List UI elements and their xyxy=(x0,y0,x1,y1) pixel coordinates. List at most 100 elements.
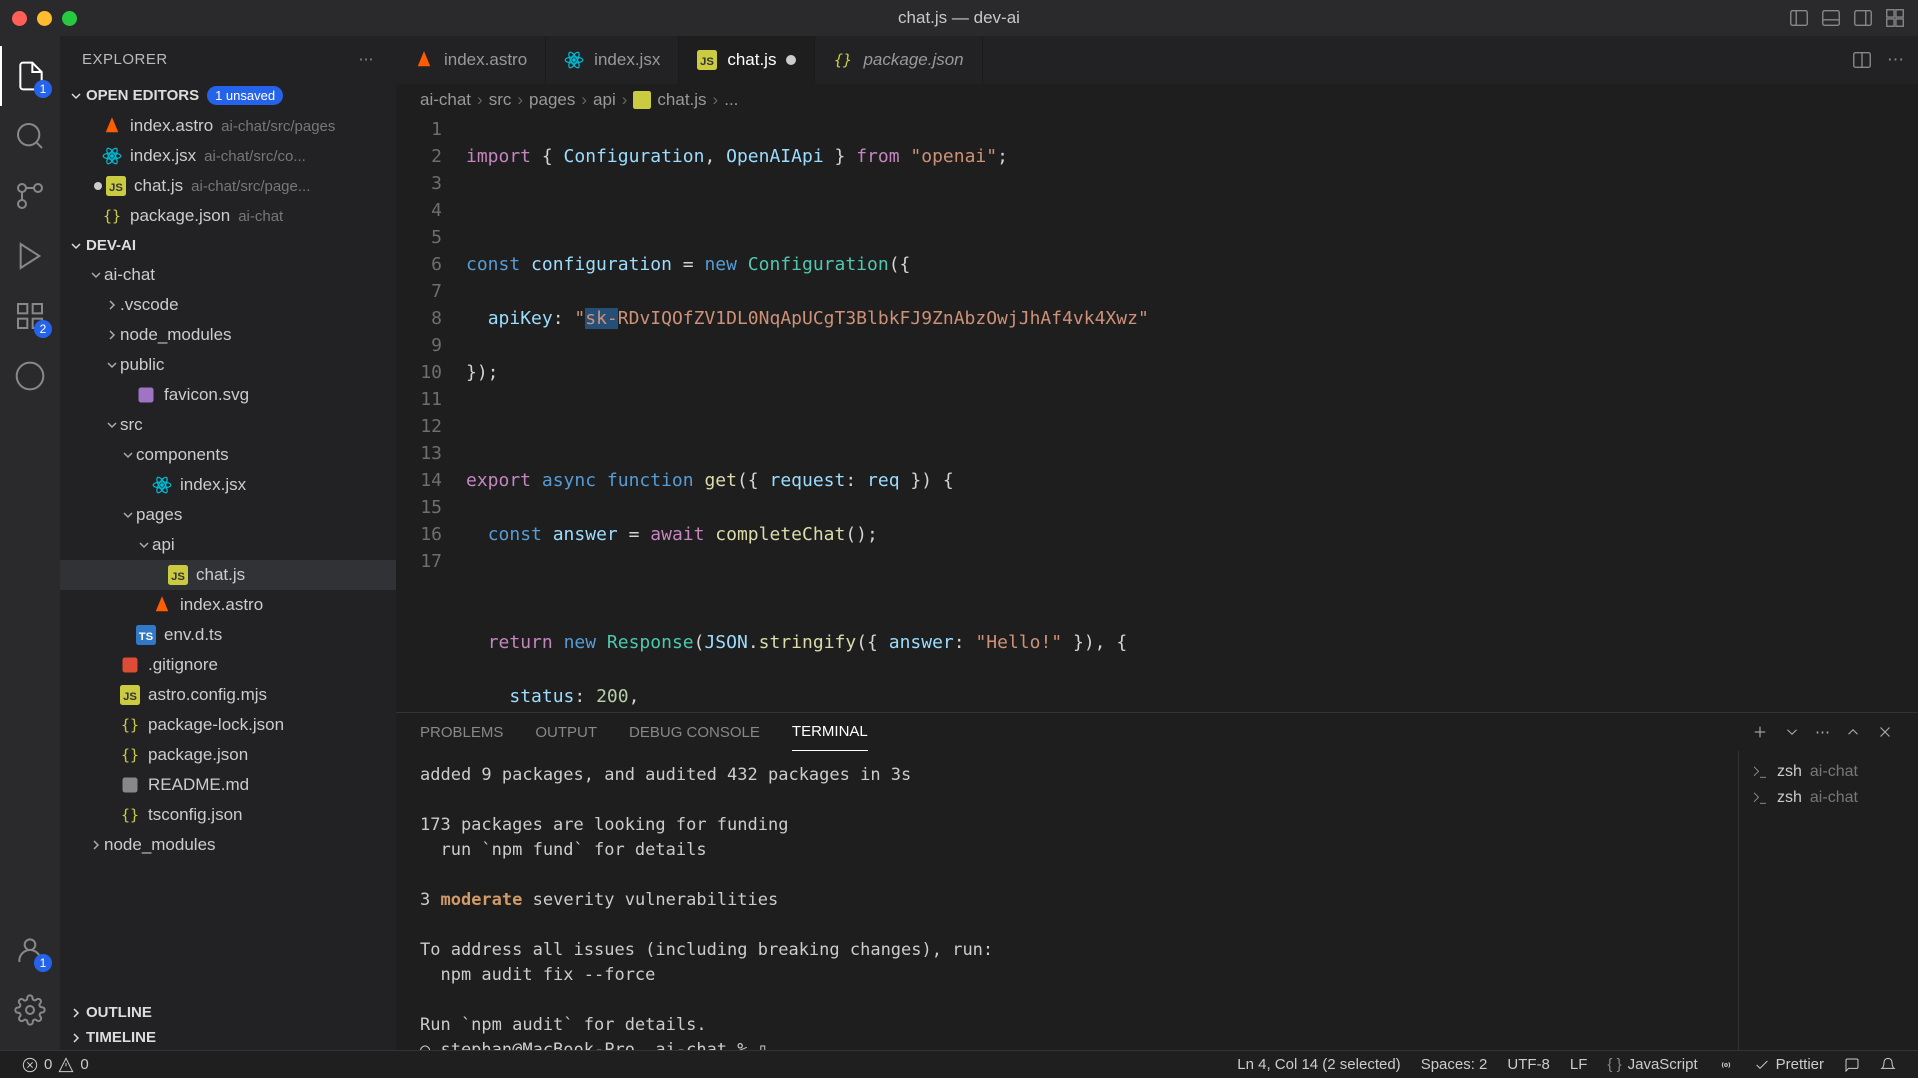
tab-more-icon[interactable]: ⋯ xyxy=(1887,50,1904,70)
file-item[interactable]: JSchat.js xyxy=(60,560,396,590)
status-prettier[interactable]: Prettier xyxy=(1744,1056,1834,1073)
file-item[interactable]: favicon.svg xyxy=(60,380,396,410)
file-item[interactable]: {}tsconfig.json xyxy=(60,800,396,830)
svg-text:{}: {} xyxy=(121,806,139,824)
folder-item[interactable]: pages xyxy=(60,500,396,530)
folder-item[interactable]: components xyxy=(60,440,396,470)
activity-debug[interactable] xyxy=(0,226,60,286)
window-close[interactable] xyxy=(12,11,27,26)
panel-tab-debug[interactable]: DEBUG CONSOLE xyxy=(629,714,760,751)
warning-icon xyxy=(58,1057,74,1073)
panel-tabs: PROBLEMS OUTPUT DEBUG CONSOLE TERMINAL ⋯ xyxy=(396,713,1918,751)
panel-more-icon[interactable]: ⋯ xyxy=(1815,723,1830,741)
terminal-output[interactable]: added 9 packages, and audited 432 packag… xyxy=(396,751,1738,1075)
status-encoding[interactable]: UTF-8 xyxy=(1497,1056,1560,1073)
chevron-icon xyxy=(104,417,120,433)
new-terminal-icon[interactable] xyxy=(1751,723,1769,741)
open-editor-item[interactable]: JSchat.jsai-chat/src/page... xyxy=(60,171,396,201)
status-radio[interactable] xyxy=(1708,1056,1744,1073)
status-feedback[interactable] xyxy=(1834,1056,1870,1073)
project-header[interactable]: DEV-AI xyxy=(60,233,396,258)
maximize-panel-icon[interactable] xyxy=(1844,723,1862,741)
account-badge: 1 xyxy=(34,954,52,972)
activity-explorer[interactable]: 1 xyxy=(0,46,60,106)
terminal-dropdown-icon[interactable] xyxy=(1783,723,1801,741)
status-bell[interactable] xyxy=(1870,1056,1906,1073)
split-editor-icon[interactable] xyxy=(1851,49,1873,71)
open-editor-item[interactable]: {}package.jsonai-chat xyxy=(60,201,396,231)
bottom-panel: PROBLEMS OUTPUT DEBUG CONSOLE TERMINAL ⋯… xyxy=(396,712,1918,1050)
panel-tab-output[interactable]: OUTPUT xyxy=(535,714,597,751)
chevron-icon xyxy=(104,357,120,373)
status-errors[interactable]: 0 0 xyxy=(12,1056,99,1073)
explorer-more-icon[interactable]: ⋯ xyxy=(359,50,375,68)
code-editor[interactable]: 1234567891011121314151617 import { Confi… xyxy=(396,116,1918,712)
panel-tab-problems[interactable]: PROBLEMS xyxy=(420,714,503,751)
status-language[interactable]: { } JavaScript xyxy=(1597,1056,1707,1073)
activity-account[interactable]: 1 xyxy=(0,920,60,980)
toggle-panel-bottom-icon[interactable] xyxy=(1820,7,1842,29)
file-item[interactable]: index.jsx xyxy=(60,470,396,500)
activity-extensions[interactable]: 2 xyxy=(0,286,60,346)
editor-tab[interactable]: JSchat.js xyxy=(679,36,815,84)
error-icon xyxy=(22,1057,38,1073)
toggle-panel-right-icon[interactable] xyxy=(1852,7,1874,29)
status-cursor[interactable]: Ln 4, Col 14 (2 selected) xyxy=(1227,1056,1410,1073)
folder-item[interactable]: api xyxy=(60,530,396,560)
file-item[interactable]: {}package-lock.json xyxy=(60,710,396,740)
file-item[interactable]: TSenv.d.ts xyxy=(60,620,396,650)
svg-text:{}: {} xyxy=(121,746,139,764)
search-icon xyxy=(14,120,46,152)
close-panel-icon[interactable] xyxy=(1876,723,1894,741)
code-content[interactable]: import { Configuration, OpenAIApi } from… xyxy=(466,116,1918,712)
modified-dot-icon xyxy=(94,182,102,190)
open-editors-header[interactable]: OPEN EDITORS 1 unsaved xyxy=(60,82,396,109)
bell-icon xyxy=(1880,1057,1896,1073)
activity-settings[interactable] xyxy=(0,980,60,1040)
activity-search[interactable] xyxy=(0,106,60,166)
file-item[interactable]: JSastro.config.mjs xyxy=(60,680,396,710)
editor-tab[interactable]: {}package.json xyxy=(815,36,982,84)
file-item[interactable]: README.md xyxy=(60,770,396,800)
terminal-session-0[interactable]: zsh ai-chat xyxy=(1751,759,1906,785)
editor-tab[interactable]: index.jsx xyxy=(546,36,679,84)
folder-item[interactable]: node_modules xyxy=(60,830,396,860)
folder-item[interactable]: node_modules xyxy=(60,320,396,350)
svg-text:{}: {} xyxy=(121,716,139,734)
folder-item[interactable]: public xyxy=(60,350,396,380)
open-editor-item[interactable]: index.jsxai-chat/src/co... xyxy=(60,141,396,171)
window-minimize[interactable] xyxy=(37,11,52,26)
explorer-header: EXPLORER ⋯ xyxy=(60,36,396,82)
status-spaces[interactable]: Spaces: 2 xyxy=(1411,1056,1498,1073)
chevron-icon xyxy=(104,327,120,343)
chevron-icon xyxy=(136,537,152,553)
source-control-icon xyxy=(14,180,46,212)
outline-header[interactable]: OUTLINE xyxy=(60,1000,396,1025)
status-eol[interactable]: LF xyxy=(1560,1056,1598,1073)
window-maximize[interactable] xyxy=(62,11,77,26)
customize-layout-icon[interactable] xyxy=(1884,7,1906,29)
modified-dot-icon[interactable] xyxy=(786,55,796,65)
debug-icon xyxy=(14,240,46,272)
chevron-icon xyxy=(88,267,104,283)
activity-edge[interactable] xyxy=(0,346,60,406)
window-title: chat.js — dev-ai xyxy=(898,8,1020,28)
tabs-row: index.astroindex.jsxJSchat.js{}package.j… xyxy=(396,36,1918,84)
folder-item[interactable]: ai-chat xyxy=(60,260,396,290)
svg-text:JS: JS xyxy=(123,691,137,703)
open-editor-item[interactable]: index.astroai-chat/src/pages xyxy=(60,111,396,141)
panel-tab-terminal[interactable]: TERMINAL xyxy=(792,713,868,751)
folder-item[interactable]: .vscode xyxy=(60,290,396,320)
file-item[interactable]: {}package.json xyxy=(60,740,396,770)
toggle-panel-left-icon[interactable] xyxy=(1788,7,1810,29)
chevron-icon xyxy=(104,297,120,313)
file-item[interactable]: index.astro xyxy=(60,590,396,620)
timeline-header[interactable]: TIMELINE xyxy=(60,1025,396,1050)
folder-item[interactable]: src xyxy=(60,410,396,440)
file-item[interactable]: .gitignore xyxy=(60,650,396,680)
breadcrumb[interactable]: ai-chat› src› pages› api› chat.js› ... xyxy=(396,84,1918,116)
svg-text:{}: {} xyxy=(103,207,121,225)
editor-tab[interactable]: index.astro xyxy=(396,36,546,84)
terminal-session-1[interactable]: zsh ai-chat xyxy=(1751,785,1906,811)
activity-scm[interactable] xyxy=(0,166,60,226)
